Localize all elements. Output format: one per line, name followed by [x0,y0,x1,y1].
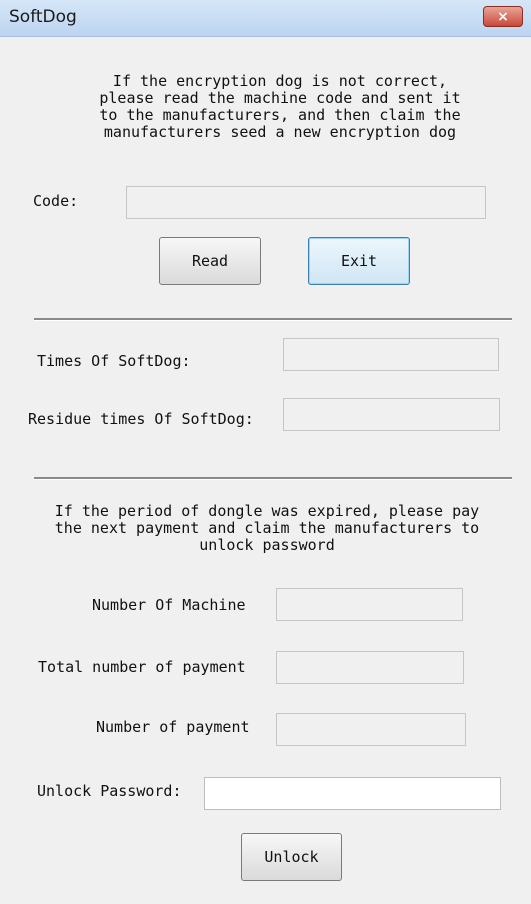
payment-notice: If the period of dongle was expired, ple… [54,502,480,554]
separator [34,477,512,480]
times-field[interactable] [283,338,499,371]
exit-button[interactable]: Exit [308,237,410,285]
code-label: Code: [33,192,79,210]
separator [34,318,512,321]
total-payment-field[interactable] [276,651,464,684]
encryption-notice: If the encryption dog is not correct, pl… [99,72,461,141]
machine-number-field[interactable] [276,588,463,621]
close-button[interactable]: × [483,6,523,27]
unlock-password-field[interactable] [204,777,501,810]
read-button[interactable]: Read [159,237,261,285]
machine-number-label: Number Of Machine [92,596,246,614]
code-field[interactable] [126,186,486,219]
close-icon: × [497,8,509,25]
title-bar[interactable]: SoftDog × [0,0,531,37]
times-label: Times Of SoftDog: [37,352,191,370]
residue-label: Residue times Of SoftDog: [28,410,254,428]
residue-field[interactable] [283,398,500,431]
total-payment-label: Total number of payment [38,658,246,676]
window-title: SoftDog [9,7,77,27]
payment-number-label: Number of payment [96,718,250,736]
unlock-password-label: Unlock Password: [37,782,182,800]
payment-number-field[interactable] [276,713,466,746]
unlock-button[interactable]: Unlock [241,833,342,881]
